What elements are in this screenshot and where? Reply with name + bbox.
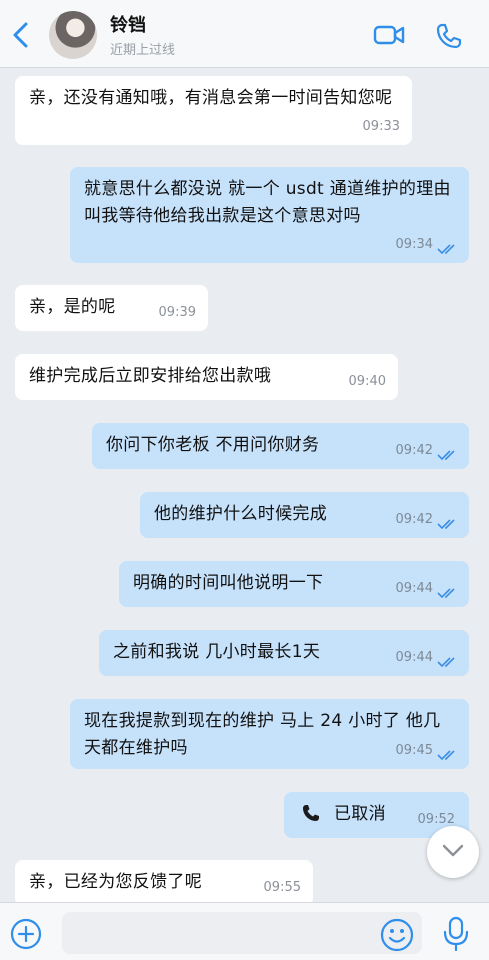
message-text: 亲，已经为您反馈了呢: [29, 872, 202, 892]
phone-icon: [303, 805, 319, 821]
microphone-icon[interactable]: [442, 916, 470, 952]
message-time: 09:45: [395, 743, 433, 758]
message-text: 亲，是的呢: [29, 297, 116, 317]
video-call-icon[interactable]: [373, 23, 405, 47]
double-check-icon: [437, 519, 455, 530]
message-time: 09:39: [158, 305, 196, 320]
scroll-to-bottom-button[interactable]: [427, 826, 479, 878]
call-status-text: 已取消: [334, 804, 386, 824]
message-time: 09:33: [362, 119, 400, 134]
message-text: 明确的时间叫他说明一下: [133, 573, 324, 593]
message-text: 亲，还没有通知哦，有消息会第一时间告知您呢: [29, 88, 393, 108]
phone-icon[interactable]: [435, 22, 463, 50]
message-time: 09:44: [395, 650, 433, 665]
message-time: 09:40: [348, 374, 386, 389]
avatar[interactable]: [49, 11, 97, 59]
message-bubble[interactable]: 之前和我说 几小时最长1天 09:44: [99, 630, 469, 676]
plus-circle-icon[interactable]: [10, 918, 42, 950]
message-text: 现在我提款到现在的维护 马上 24 小时了 他几天都在维护吗: [84, 711, 441, 758]
message-time: 09:42: [395, 443, 433, 458]
chat-header: 铃铛 近期上过线: [0, 0, 489, 68]
double-check-icon: [437, 244, 455, 255]
contact-name[interactable]: 铃铛: [110, 11, 146, 37]
message-time: 09:55: [263, 880, 301, 895]
message-time: 09:34: [395, 237, 433, 252]
message-bubble[interactable]: 他的维护什么时候完成 09:42: [140, 492, 469, 538]
double-check-icon: [437, 588, 455, 599]
chevron-down-icon: [442, 844, 464, 857]
message-bubble[interactable]: 现在我提款到现在的维护 马上 24 小时了 他几天都在维护吗 09:45: [70, 699, 469, 769]
message-time: 09:44: [395, 581, 433, 596]
message-bubble[interactable]: 亲，是的呢 09:39: [15, 285, 208, 331]
message-bubble[interactable]: 就意思什么都没说 就一个 usdt 通道维护的理由叫我等待他给我出款是这个意思对…: [70, 167, 469, 263]
emoji-icon[interactable]: [380, 918, 414, 952]
double-check-icon: [437, 450, 455, 461]
message-bubble[interactable]: 亲，已经为您反馈了呢 09:55: [15, 860, 313, 906]
message-text: 你问下你老板 不用问你财务: [106, 435, 320, 455]
message-bubble[interactable]: 维护完成后立即安排给您出款哦 09:40: [15, 354, 398, 400]
message-input[interactable]: [62, 912, 422, 954]
message-bubble[interactable]: 明确的时间叫他说明一下 09:44: [119, 561, 469, 607]
message-bubble[interactable]: 亲，还没有通知哦，有消息会第一时间告知您呢 09:33: [15, 76, 412, 145]
message-text: 他的维护什么时候完成: [154, 504, 327, 524]
message-text: 维护完成后立即安排给您出款哦: [29, 366, 272, 386]
message-text: 就意思什么都没说 就一个 usdt 通道维护的理由叫我等待他给我出款是这个意思对…: [84, 179, 451, 226]
contact-status: 近期上过线: [110, 43, 176, 58]
composer-bar: [0, 902, 489, 960]
back-arrow-icon[interactable]: [10, 22, 32, 48]
message-time: 09:42: [395, 512, 433, 527]
message-bubble[interactable]: 你问下你老板 不用问你财务 09:42: [92, 423, 469, 469]
message-text: 之前和我说 几小时最长1天: [113, 642, 321, 662]
double-check-icon: [437, 657, 455, 668]
double-check-icon: [437, 750, 455, 761]
